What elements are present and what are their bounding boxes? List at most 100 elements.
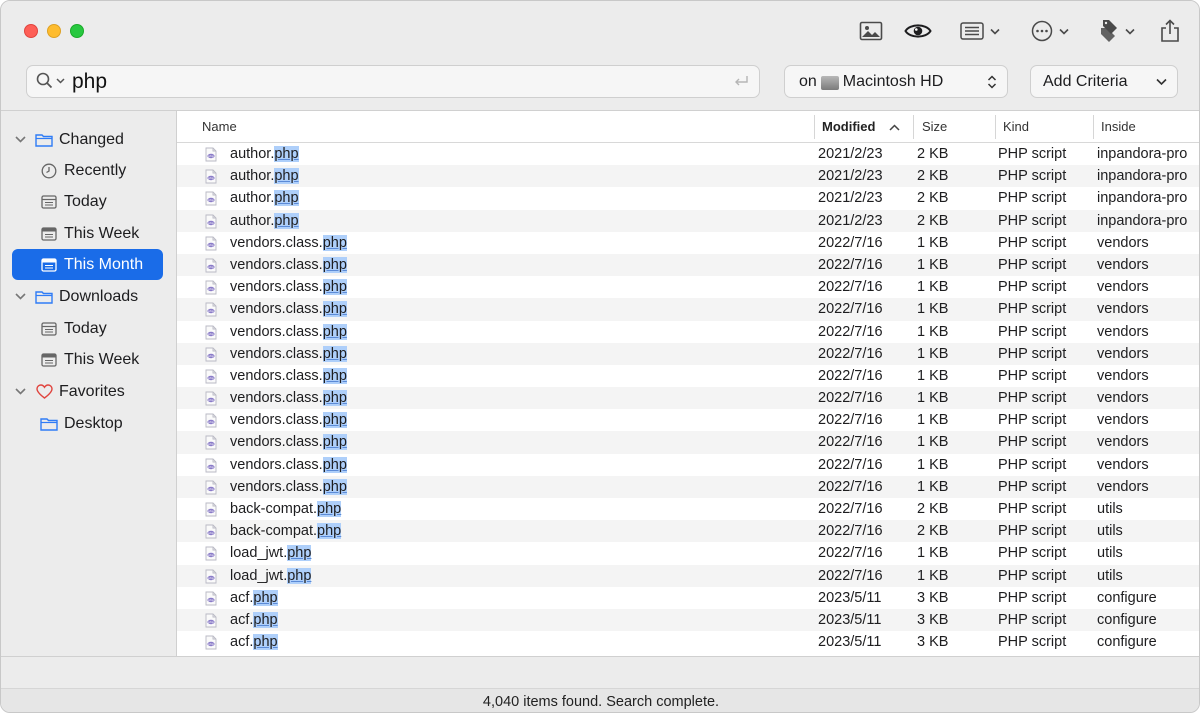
- toolbar: php on Macintosh HD Add Criteria: [1, 1, 1199, 111]
- file-kind: PHP script: [998, 190, 1067, 207]
- table-row[interactable]: php load_jwt.php 2022/7/16 1 KB PHP script ut…: [177, 542, 1199, 564]
- zoom-window-button[interactable]: [70, 24, 84, 38]
- file-name: back-compat.php: [230, 498, 342, 520]
- php-file-icon: php: [205, 524, 217, 539]
- php-file-icon: php: [205, 325, 217, 340]
- file-modified: 2022/7/16: [818, 279, 883, 296]
- table-row[interactable]: php vendors.class.php 2022/7/16 1 KB PHP scr…: [177, 342, 1199, 365]
- svg-text:php: php: [208, 376, 214, 380]
- search-input[interactable]: php: [72, 70, 107, 94]
- table-row[interactable]: php acf.php 2023/5/11 3 KB PHP script configu…: [177, 608, 1199, 632]
- svg-text:php: php: [208, 243, 214, 247]
- file-kind: PHP script: [998, 345, 1067, 362]
- sidebar-item-label: This Week: [64, 350, 140, 368]
- file-name: vendors.class.php: [230, 476, 347, 498]
- file-kind: PHP script: [998, 611, 1067, 628]
- table-row[interactable]: php back-compat.php 2022/7/16 2 KB PHP scrip…: [177, 520, 1199, 543]
- search-scope-select[interactable]: on Macintosh HD: [784, 65, 1008, 98]
- file-kind: PHP script: [998, 412, 1067, 429]
- file-kind: PHP script: [998, 234, 1067, 251]
- file-size: 2 KB: [917, 168, 949, 185]
- search-field[interactable]: php: [26, 65, 760, 98]
- sidebar-item-desktop[interactable]: Desktop: [12, 408, 163, 439]
- file-inside: vendors: [1097, 412, 1149, 429]
- quick-look-button[interactable]: [903, 17, 933, 45]
- close-window-button[interactable]: [24, 24, 38, 38]
- table-row[interactable]: php acf.php 2023/5/11 3 KB PHP script configu…: [177, 631, 1199, 653]
- file-size: 1 KB: [917, 234, 949, 251]
- file-inside: vendors: [1097, 234, 1149, 251]
- sidebar-group-downloads[interactable]: Downloads: [1, 281, 175, 312]
- table-row[interactable]: php vendors.class.php 2022/7/16 1 KB PHP scr…: [177, 475, 1199, 498]
- results-list[interactable]: Name Modified Size Kind Inside php author…: [176, 111, 1199, 656]
- action-menu-button[interactable]: [1029, 17, 1071, 45]
- php-file-icon: php: [205, 280, 217, 295]
- table-row[interactable]: php vendors.class.php 2022/7/16 1 KB PHP scr…: [177, 409, 1199, 431]
- file-kind: PHP script: [998, 545, 1067, 562]
- file-inside: vendors: [1097, 323, 1149, 340]
- sidebar-item-recently[interactable]: Recently: [12, 155, 163, 186]
- table-row[interactable]: php vendors.class.php 2022/7/16 1 KB PHP scr…: [177, 321, 1199, 343]
- file-size: 2 KB: [917, 523, 949, 540]
- disclosure-chevron-icon[interactable]: [15, 388, 29, 395]
- sidebar-item-today[interactable]: Today: [12, 186, 163, 217]
- file-name: vendors.class.php: [230, 298, 347, 320]
- table-row[interactable]: php acf.php 2023/5/11 3 KB PHP script configu…: [177, 587, 1199, 609]
- file-name-base: vendors.class.: [230, 412, 323, 429]
- table-row[interactable]: php vendors.class.php 2022/7/16 1 KB PHP scr…: [177, 232, 1199, 254]
- table-row[interactable]: php vendors.class.php 2022/7/16 1 KB PHP scr…: [177, 431, 1199, 454]
- column-name[interactable]: Name: [202, 111, 237, 143]
- table-row[interactable]: php vendors.class.php 2022/7/16 1 KB PHP scr…: [177, 365, 1199, 387]
- sidebar-item-label: Recently: [64, 161, 127, 179]
- view-options-button[interactable]: [957, 17, 1003, 45]
- table-row[interactable]: php author.php 2021/2/23 2 KB PHP script inpa…: [177, 165, 1199, 188]
- sidebar-item-today[interactable]: Today: [12, 313, 163, 344]
- table-row[interactable]: php author.php 2021/2/23 2 KB PHP script inpa…: [177, 209, 1199, 232]
- file-inside: inpandora-pro: [1097, 168, 1188, 185]
- sidebar-item-this-week[interactable]: This Week: [12, 344, 163, 375]
- table-row[interactable]: php vendors.class.php 2022/7/16 1 KB PHP scr…: [177, 276, 1199, 298]
- table-row[interactable]: php load_jwt.php 2022/7/16 1 KB PHP script ut…: [177, 564, 1199, 587]
- table-row[interactable]: php back-compat.php 2022/7/16 2 KB PHP scrip…: [177, 498, 1199, 520]
- add-criteria-button[interactable]: Add Criteria: [1030, 65, 1178, 98]
- tags-button[interactable]: [1097, 17, 1137, 45]
- file-size: 3 KB: [917, 589, 949, 606]
- column-divider[interactable]: [913, 115, 914, 139]
- disclosure-chevron-icon[interactable]: [15, 136, 29, 143]
- file-name-base: vendors.class.: [230, 301, 323, 318]
- column-divider[interactable]: [995, 115, 996, 139]
- table-row[interactable]: php vendors.class.php 2022/7/16 1 KB PHP scr…: [177, 387, 1199, 410]
- sidebar-item-label: Today: [64, 192, 107, 210]
- share-button[interactable]: [1159, 17, 1181, 45]
- file-name: acf.php: [230, 609, 278, 631]
- disclosure-chevron-icon[interactable]: [15, 293, 29, 300]
- file-name-base: vendors.class.: [230, 456, 323, 473]
- file-inside: inpandora-pro: [1097, 212, 1188, 229]
- file-name: author.php: [230, 210, 299, 232]
- sidebar-item-this-week[interactable]: This Week: [12, 218, 163, 249]
- file-name-base: vendors.class.: [230, 256, 323, 273]
- column-divider[interactable]: [1093, 115, 1094, 139]
- file-name-match: php: [322, 301, 347, 318]
- file-kind: PHP script: [998, 434, 1067, 451]
- file-kind: PHP script: [998, 634, 1067, 651]
- svg-text:php: php: [208, 576, 214, 580]
- column-size[interactable]: Size: [922, 111, 947, 143]
- gallery-view-button[interactable]: [858, 17, 884, 45]
- table-row[interactable]: php vendors.class.php 2022/7/16 1 KB PHP scr…: [177, 298, 1199, 321]
- column-modified[interactable]: Modified: [822, 111, 900, 143]
- column-inside[interactable]: Inside: [1101, 111, 1136, 143]
- column-divider[interactable]: [814, 115, 815, 139]
- search-options-button[interactable]: [36, 72, 65, 89]
- table-row[interactable]: php vendors.class.php 2022/7/16 1 KB PHP scr…: [177, 253, 1199, 277]
- sidebar-group-favorites[interactable]: Favorites: [1, 376, 175, 407]
- sidebar-item-this-month[interactable]: This Month: [12, 249, 163, 280]
- column-kind[interactable]: Kind: [1003, 111, 1029, 143]
- table-row[interactable]: php author.php 2021/2/23 2 KB PHP script inpa…: [177, 143, 1199, 165]
- more-icon: [1031, 20, 1053, 42]
- hard-drive-icon: [820, 75, 839, 90]
- table-row[interactable]: php vendors.class.php 2022/7/16 1 KB PHP scr…: [177, 454, 1199, 476]
- table-row[interactable]: php author.php 2021/2/23 2 KB PHP script inpa…: [177, 187, 1199, 209]
- sidebar-group-changed[interactable]: Changed: [1, 124, 175, 155]
- minimize-window-button[interactable]: [47, 24, 61, 38]
